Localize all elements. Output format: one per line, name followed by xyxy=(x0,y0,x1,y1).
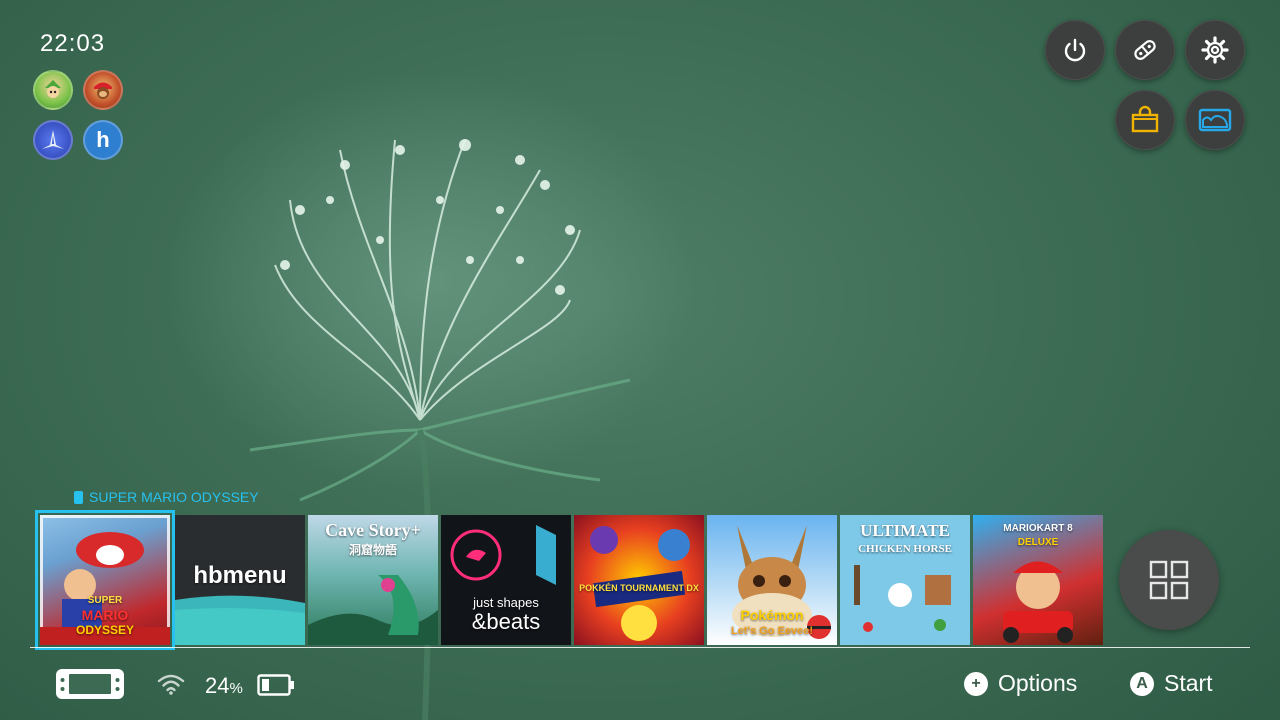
eshop-button[interactable] xyxy=(1115,90,1175,150)
options-hint[interactable]: + Options xyxy=(964,670,1077,697)
diddy-kong-character-icon xyxy=(94,82,112,99)
homebrew-letter: h xyxy=(96,127,110,152)
joycon-icon xyxy=(1134,40,1156,60)
gear-icon xyxy=(1201,36,1229,64)
album-icon xyxy=(1198,108,1232,132)
album-button[interactable] xyxy=(1185,90,1245,150)
all-software-button[interactable] xyxy=(1119,530,1219,630)
uch-title-line1: ULTIMATE xyxy=(860,521,950,540)
status-bar xyxy=(55,668,125,700)
pokken-art xyxy=(590,526,690,641)
cave-story-subtitle: 洞窟物語 xyxy=(348,543,397,557)
selected-game-title-text: SUPER MARIO ODYSSEY xyxy=(89,489,259,505)
arwing-avatar[interactable] xyxy=(33,120,73,160)
battery-icon xyxy=(257,674,294,696)
lets-go-eevee-subtitle: Let's Go Eevee! xyxy=(730,625,814,637)
battery-unit: % xyxy=(229,680,243,697)
mario-kart-logo: MARIOKART 8 xyxy=(1003,523,1073,534)
game-tile-cave-story[interactable]: Cave Story+ 洞窟物語 xyxy=(308,515,438,645)
game-tile-ultimate-chicken-horse[interactable]: ULTIMATE CHICKEN HORSE xyxy=(840,515,970,645)
mario-kart-deluxe-label: DELUXE xyxy=(1017,537,1059,548)
game-card-icon xyxy=(74,490,83,504)
battery-value: 24 xyxy=(205,673,230,698)
options-label: Options xyxy=(998,670,1078,696)
power-icon xyxy=(1064,38,1086,62)
just-shapes-label-bottom: &beats xyxy=(471,609,541,634)
a-button-icon: A xyxy=(1130,671,1154,696)
game-tile-super-mario-odyssey[interactable]: SUPER MARIO ODYSSEY xyxy=(35,510,175,650)
clock: 22:03 xyxy=(40,30,106,57)
power-button[interactable] xyxy=(1045,20,1105,80)
game-tile-pokemon-lets-go-eevee[interactable]: Pokémon Let's Go Eevee! xyxy=(707,515,837,645)
mario-odyssey-logo-line1: SUPER xyxy=(87,595,123,606)
pokemon-logo: Pokémon xyxy=(740,607,804,623)
just-shapes-label-top: just shapes xyxy=(473,595,539,610)
diddy-avatar[interactable] xyxy=(83,70,123,110)
cave-story-title: Cave Story+ xyxy=(325,520,421,540)
game-tile-just-shapes-beats[interactable]: just shapes &beats xyxy=(441,515,571,645)
settings-button[interactable] xyxy=(1185,20,1245,80)
plus-button-icon: + xyxy=(964,671,988,696)
link-avatar[interactable] xyxy=(33,70,73,110)
battery-percentage: 24% xyxy=(205,673,243,699)
game-tile-hbmenu[interactable]: hbmenu xyxy=(175,515,305,645)
controllers-button[interactable] xyxy=(1115,20,1175,80)
homebrew-avatar[interactable]: h xyxy=(83,120,123,160)
uch-title-line2: CHICKEN HORSE xyxy=(858,543,952,555)
game-tile-mario-kart-8-deluxe[interactable]: MARIOKART 8 DELUXE xyxy=(973,515,1103,645)
start-hint[interactable]: A Start xyxy=(1130,670,1213,697)
selected-game-title: SUPER MARIO ODYSSEY xyxy=(74,489,259,505)
start-label: Start xyxy=(1164,670,1213,696)
game-tile-pokken-tournament-dx[interactable]: POKKÉN TOURNAMENT DX xyxy=(574,515,704,645)
hbmenu-label: hbmenu xyxy=(193,562,287,589)
mario-odyssey-logo-line3: ODYSSEY xyxy=(75,623,135,637)
mario-kart-art xyxy=(1003,561,1073,643)
link-character-icon xyxy=(45,80,61,98)
mario-odyssey-logo-line2: MARIO xyxy=(81,607,129,623)
grid-icon xyxy=(1149,560,1189,600)
bottom-divider xyxy=(30,647,1250,648)
shopping-bag-icon xyxy=(1131,105,1159,133)
pokken-logo: POKKÉN TOURNAMENT DX xyxy=(579,583,699,593)
arwing-ship-icon xyxy=(42,130,64,149)
console-icon xyxy=(56,669,124,699)
wifi-icon xyxy=(157,674,185,695)
